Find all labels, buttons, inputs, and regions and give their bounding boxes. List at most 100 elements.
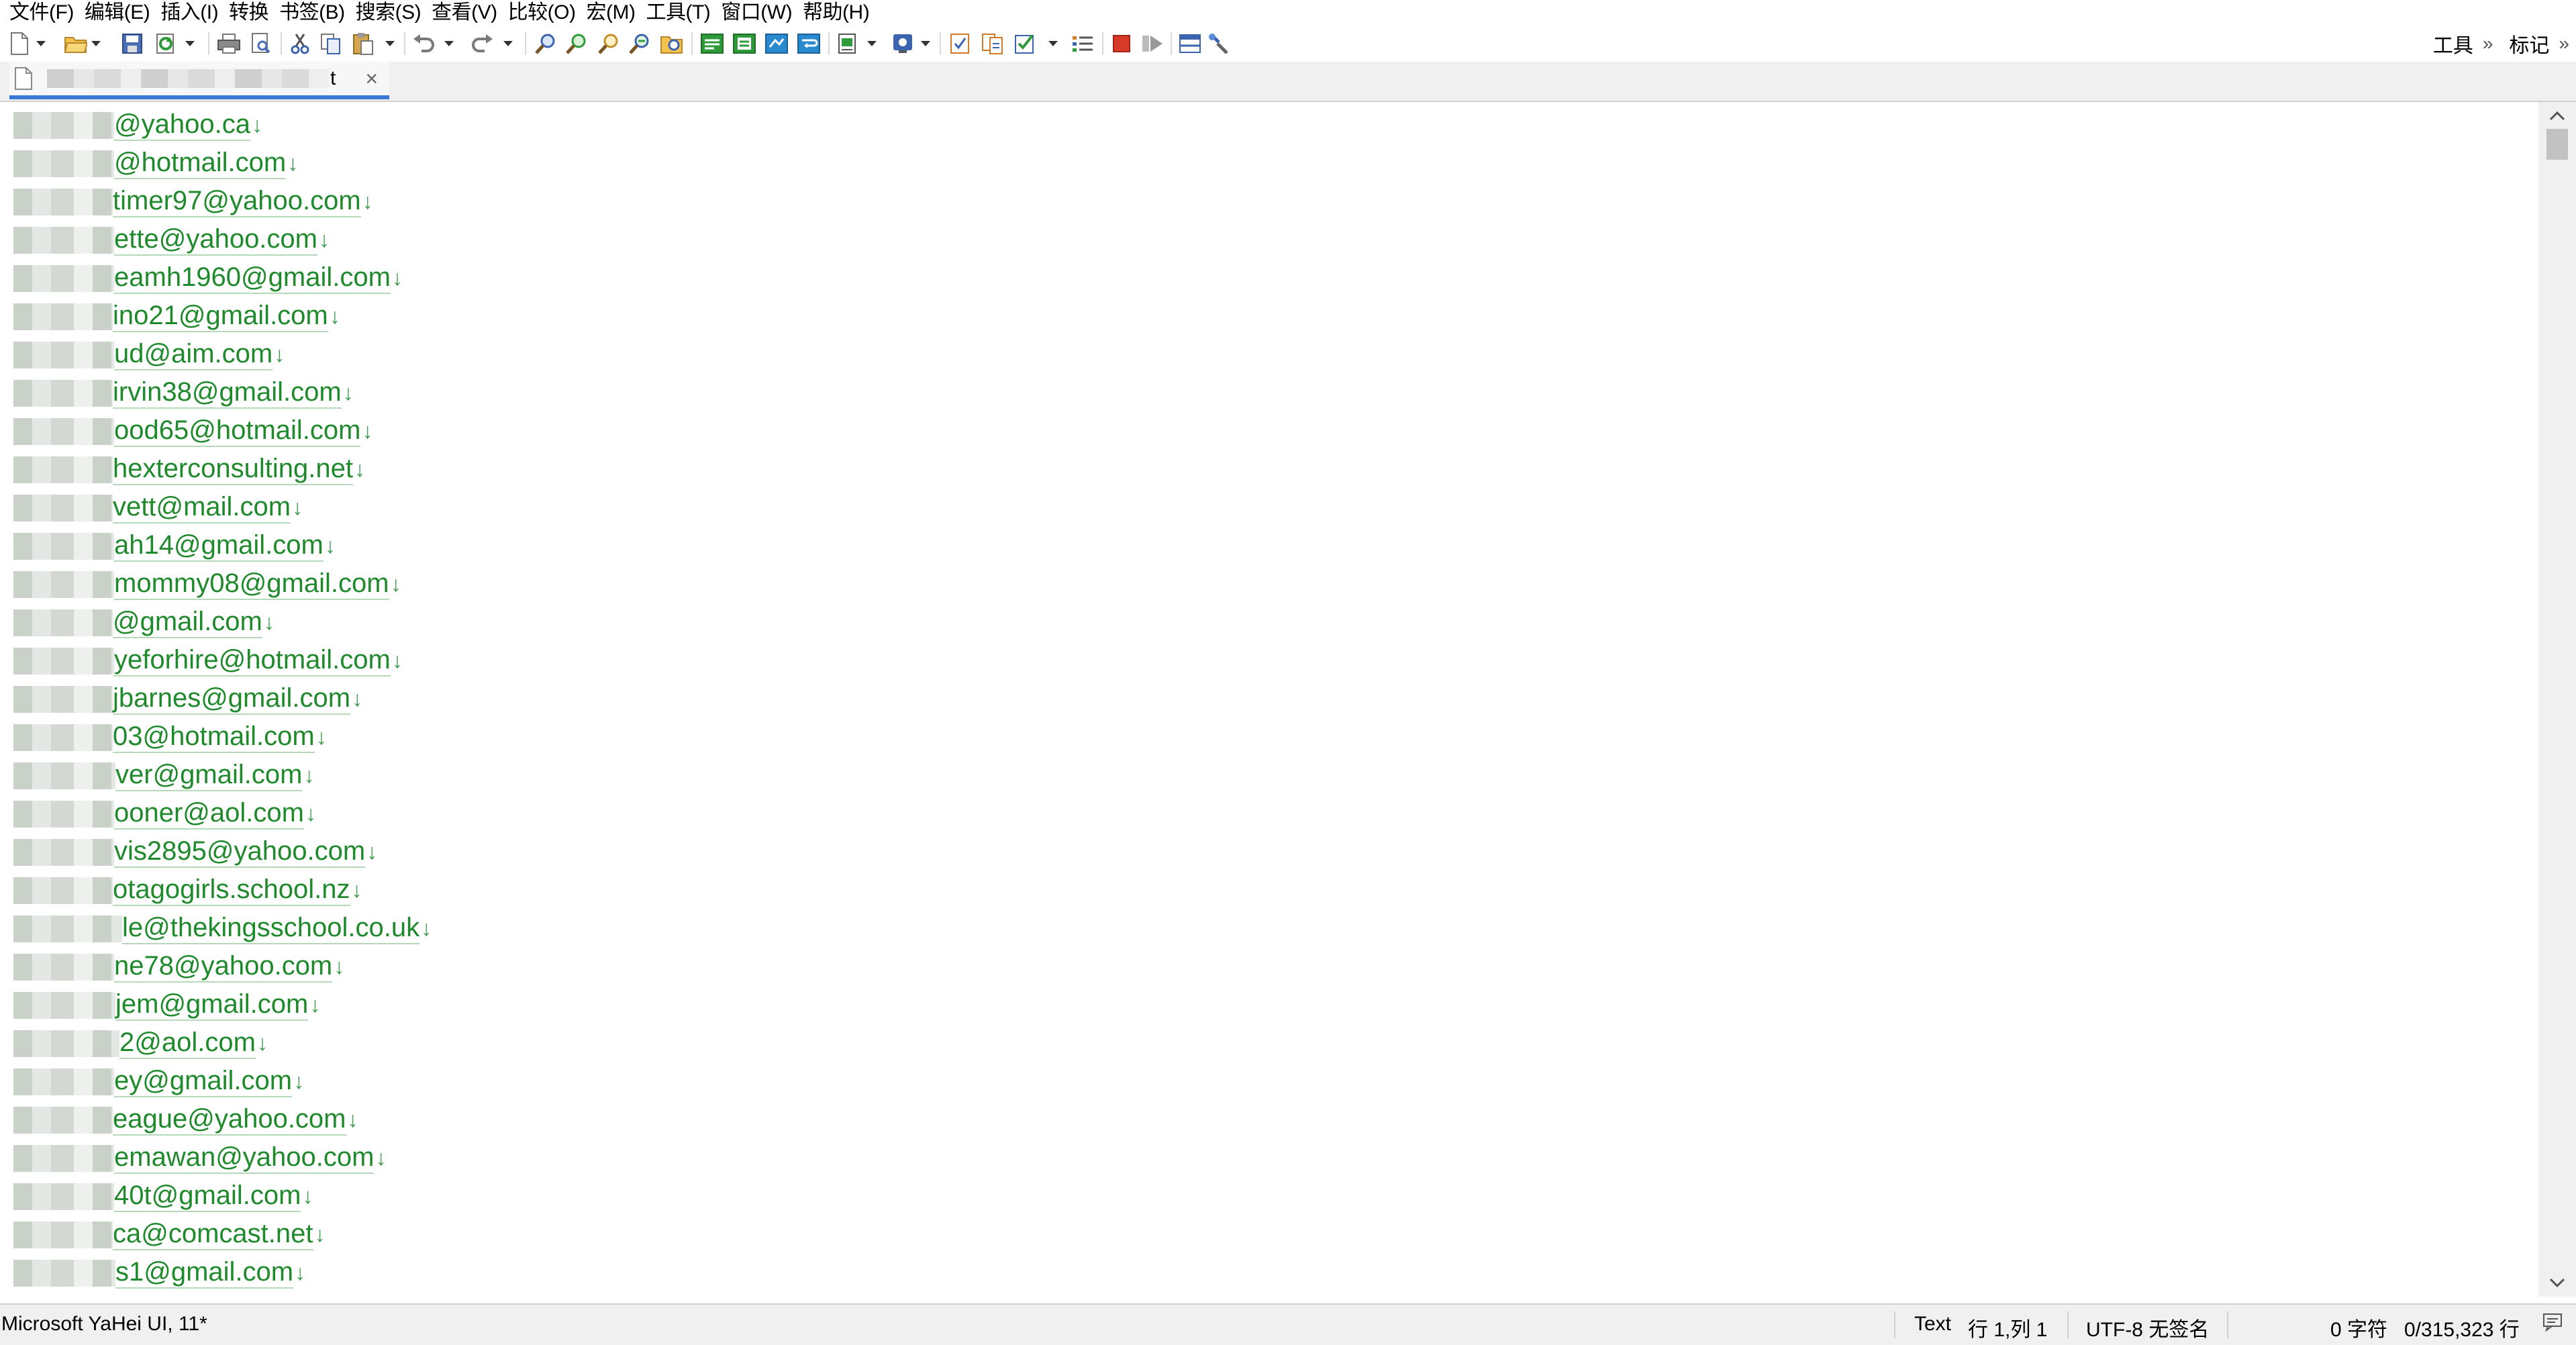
editor-line[interactable]: timer97@yahoo.com ↓ xyxy=(13,183,432,221)
status-position[interactable]: 行 1,列 1 xyxy=(1968,1313,2047,1342)
menu-item-8[interactable]: 宏(M) xyxy=(575,0,635,26)
reload-icon[interactable] xyxy=(153,31,179,56)
menu-item-4[interactable]: 书签(B) xyxy=(268,0,345,26)
editor-line[interactable]: @yahoo.ca ↓ xyxy=(13,106,432,144)
close-tab-icon[interactable]: × xyxy=(365,66,378,91)
tools-label[interactable]: 工具 xyxy=(2424,29,2483,58)
scroll-up-icon[interactable] xyxy=(2538,102,2576,129)
new-file-dropdown-icon[interactable] xyxy=(35,31,47,56)
menu-item-0[interactable]: 文件(F) xyxy=(0,0,74,26)
word-wrap-icon[interactable] xyxy=(699,31,725,56)
editor-line[interactable]: irvin38@gmail.com ↓ xyxy=(13,374,432,412)
status-mode[interactable]: Text xyxy=(1914,1313,1951,1336)
menu-item-6[interactable]: 查看(V) xyxy=(421,0,497,26)
text-editor[interactable]: @yahoo.ca ↓ @hotmail.com ↓ timer97@yahoo.com… xyxy=(0,102,2538,1297)
editor-line[interactable]: yeforhire@hotmail.com ↓ xyxy=(13,642,432,680)
editor-line[interactable]: le@thekingsschool.co.uk ↓ xyxy=(13,909,432,948)
cut-icon[interactable] xyxy=(287,31,313,56)
vertical-scrollbar[interactable] xyxy=(2538,102,2576,1297)
menu-item-11[interactable]: 帮助(H) xyxy=(792,0,870,26)
print-preview-icon[interactable] xyxy=(248,31,274,56)
editor-line[interactable]: @gmail.com ↓ xyxy=(13,603,432,642)
editor-line[interactable]: jem@gmail.com ↓ xyxy=(13,986,432,1024)
editor-line[interactable]: eague@yahoo.com ↓ xyxy=(13,1101,432,1139)
editor-line[interactable]: ca@comcast.net ↓ xyxy=(13,1215,432,1254)
editor-line[interactable]: hexterconsulting.net ↓ xyxy=(13,450,432,489)
settings-tools-icon[interactable] xyxy=(1207,31,1232,56)
scrollbar-thumb[interactable] xyxy=(2546,129,2568,160)
menu-item-3[interactable]: 转换 xyxy=(218,0,269,26)
copy-icon[interactable] xyxy=(318,31,344,56)
save-dropdown-icon[interactable] xyxy=(184,31,196,56)
wrap-to-window-icon[interactable] xyxy=(796,31,822,56)
editor-line[interactable]: @hotmail.com ↓ xyxy=(13,144,432,183)
paste-icon[interactable] xyxy=(350,31,376,56)
play-macro-icon[interactable] xyxy=(1140,31,1165,56)
save-icon[interactable] xyxy=(119,31,145,56)
marks-overflow-icon[interactable]: » xyxy=(2559,33,2576,54)
list-icon[interactable] xyxy=(1070,31,1095,56)
editor-line[interactable]: otagogirls.school.nz ↓ xyxy=(13,871,432,909)
editor-line[interactable]: 03@hotmail.com ↓ xyxy=(13,718,432,756)
undo-dropdown-icon[interactable] xyxy=(443,31,455,56)
split-window-icon[interactable] xyxy=(1177,31,1203,56)
editor-line[interactable]: jbarnes@gmail.com ↓ xyxy=(13,680,432,718)
editor-line[interactable]: ah14@gmail.com ↓ xyxy=(13,527,432,565)
browser-dropdown-icon[interactable] xyxy=(920,31,932,56)
hex-mode-icon[interactable] xyxy=(764,31,789,56)
editor-line[interactable]: 40t@gmail.com ↓ xyxy=(13,1177,432,1215)
menu-item-2[interactable]: 插入(I) xyxy=(150,0,218,26)
tools-overflow-icon[interactable]: » xyxy=(2483,33,2500,54)
checklist-dropdown-icon[interactable] xyxy=(1047,31,1059,56)
print-icon[interactable] xyxy=(216,31,242,56)
find-icon[interactable] xyxy=(533,31,558,56)
editor-line[interactable]: ne78@yahoo.com ↓ xyxy=(13,948,432,986)
open-folder-icon[interactable] xyxy=(63,31,89,56)
paste-dropdown-icon[interactable] xyxy=(384,31,396,56)
spell-check-icon[interactable] xyxy=(948,31,973,56)
editor-line[interactable]: vis2895@yahoo.com ↓ xyxy=(13,833,432,871)
editor-line[interactable]: 2@aol.com ↓ xyxy=(13,1024,432,1062)
editor-line[interactable]: eamh1960@gmail.com ↓ xyxy=(13,259,432,297)
script-icon[interactable] xyxy=(835,31,860,56)
new-file-icon[interactable] xyxy=(7,31,32,56)
editor-line[interactable]: mommy08@gmail.com ↓ xyxy=(13,565,432,603)
redo-dropdown-icon[interactable] xyxy=(502,31,514,56)
editor-line[interactable]: emawan@yahoo.com ↓ xyxy=(13,1139,432,1177)
editor-line[interactable]: ood65@hotmail.com ↓ xyxy=(13,412,432,450)
editor-line[interactable]: ver@gmail.com ↓ xyxy=(13,756,432,795)
column-mode-icon[interactable] xyxy=(732,31,757,56)
find-previous-icon[interactable] xyxy=(596,31,622,56)
editor-line[interactable]: ey@gmail.com ↓ xyxy=(13,1062,432,1101)
editor-line[interactable]: ino21@gmail.com ↓ xyxy=(13,297,432,336)
browser-preview-icon[interactable] xyxy=(890,31,915,56)
editor-line[interactable]: vett@mail.com ↓ xyxy=(13,489,432,527)
compare-files-icon[interactable] xyxy=(980,31,1005,56)
line-text: @yahoo.ca xyxy=(114,109,250,141)
marks-label[interactable]: 标记 xyxy=(2499,29,2559,58)
message-icon[interactable] xyxy=(2542,1313,2563,1337)
editor-line[interactable]: ud@aim.com ↓ xyxy=(13,336,432,374)
menu-item-1[interactable]: 编辑(E) xyxy=(74,0,150,26)
find-in-files-icon[interactable] xyxy=(659,31,685,56)
redo-icon[interactable] xyxy=(470,31,495,56)
document-tab[interactable]: t × xyxy=(9,62,389,99)
editor-line[interactable]: ette@yahoo.com ↓ xyxy=(13,221,432,259)
undo-icon[interactable] xyxy=(411,31,436,56)
stop-macro-icon[interactable] xyxy=(1109,31,1134,56)
editor-line[interactable]: s1@gmail.com ↓ xyxy=(13,1254,432,1292)
menu-item-7[interactable]: 比较(O) xyxy=(497,0,576,26)
find-next-icon[interactable] xyxy=(564,31,589,56)
open-dropdown-icon[interactable] xyxy=(90,31,102,56)
status-font[interactable]: Microsoft YaHei UI, 11* xyxy=(1,1313,207,1336)
scroll-down-icon[interactable] xyxy=(2538,1270,2576,1297)
replace-icon[interactable] xyxy=(627,31,652,56)
menu-item-9[interactable]: 工具(T) xyxy=(635,0,710,26)
checklist-icon[interactable] xyxy=(1012,31,1038,56)
editor-line[interactable]: ooner@aol.com ↓ xyxy=(13,795,432,833)
menu-item-5[interactable]: 搜索(S) xyxy=(345,0,422,26)
script-dropdown-icon[interactable] xyxy=(866,31,878,56)
status-encoding[interactable]: UTF-8 无签名 xyxy=(2086,1313,2209,1342)
menu-item-10[interactable]: 窗口(W) xyxy=(710,0,792,26)
line-text: timer97@yahoo.com xyxy=(113,186,361,217)
